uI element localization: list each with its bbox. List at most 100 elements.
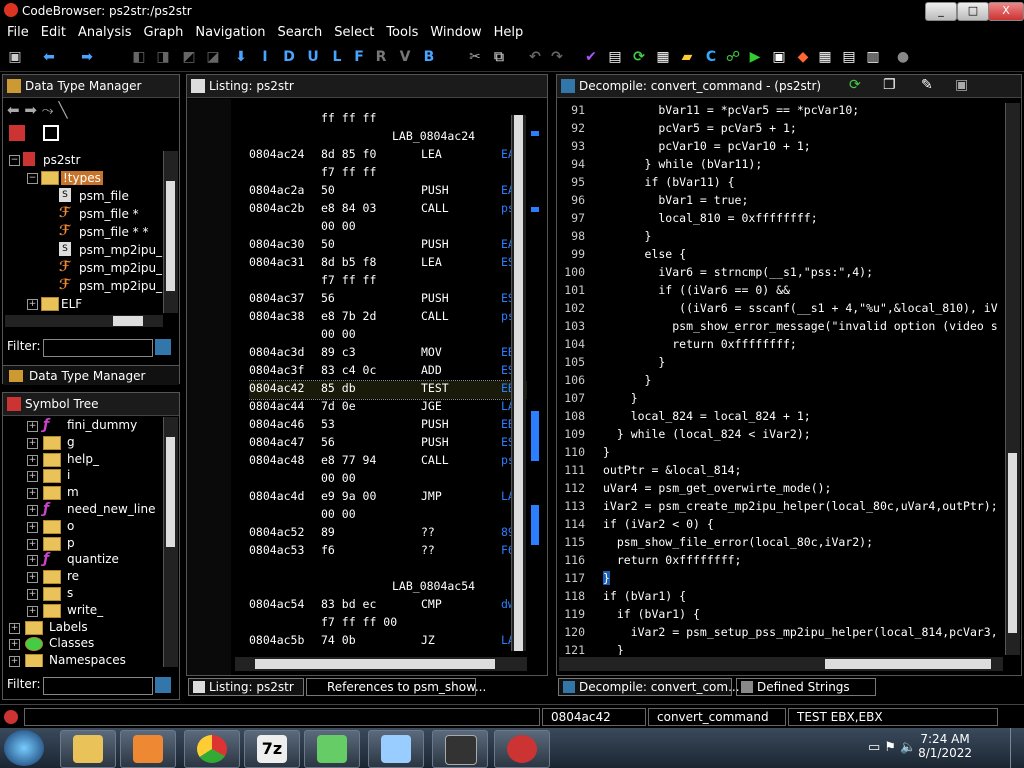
instruction-row[interactable]: 0804ac52?? 89 89 [249, 525, 527, 543]
decompile-line[interactable]: 119 if (bVar1) { [559, 607, 1003, 625]
symtree-vertical-scrollbar[interactable] [163, 417, 178, 667]
help-icon[interactable]: ● [894, 48, 912, 66]
instruction-row[interactable]: 0804ac54 CMP dw 83 bd ec [249, 597, 527, 615]
decompile-line[interactable]: 109 } while (local_824 < iVar2); [559, 427, 1003, 445]
expand-icon[interactable]: − [27, 173, 38, 184]
taskbar-clock[interactable]: 7:24 AM 8/1/2022 [918, 732, 972, 760]
list-icon[interactable]: ▤ [840, 48, 858, 66]
close-button[interactable]: X [988, 2, 1024, 21]
decompile-line[interactable]: 102 ((iVar6 = sscanf(__s1 + 4,"%u",&loca… [559, 301, 1003, 319]
instruction-row[interactable]: 0804ac2b CALL ps e8 84 03 [249, 201, 527, 219]
diamond-icon[interactable]: ◆ [794, 48, 812, 66]
decompile-vertical-scrollbar[interactable] [1005, 103, 1020, 655]
decompile-line[interactable]: 93 pcVar10 = pcVar10 + 1; [559, 139, 1003, 157]
script-icon[interactable]: ▤ [606, 48, 624, 66]
table-icon[interactable]: ▦ [816, 48, 834, 66]
start-button[interactable] [4, 730, 44, 766]
decompile-line[interactable]: 111 outPtr = &local_814; [559, 463, 1003, 481]
dtm-window-icon[interactable] [43, 125, 59, 141]
decompile-line[interactable]: 113 iVar2 = psm_create_mp2ipu_helper(loca… [559, 499, 1003, 517]
instruction-row[interactable]: 0804ac38 CALL ps e8 7b 2d [249, 309, 527, 327]
instruction-row[interactable]: 0804ac5b JZ LA 74 0b [249, 633, 527, 651]
instruction-row[interactable]: 0804ac3dMOVEBX89 c3 [249, 345, 527, 363]
decompile-hscroll-thumb[interactable] [825, 659, 991, 669]
tab-decompile[interactable]: Decompile: convert_com... [558, 678, 740, 696]
symtree-filter-options-icon[interactable] [155, 677, 171, 693]
media-player-taskbar-button[interactable] [120, 730, 176, 768]
copy-icon[interactable]: ❐ [883, 77, 896, 93]
expand-icon[interactable]: + [27, 299, 38, 310]
decompile-line[interactable]: 117} [559, 571, 1003, 589]
clear-icon[interactable]: ✂ [466, 48, 484, 66]
decompile-line[interactable]: 108 local_824 = local_824 + 1; [559, 409, 1003, 427]
menu-help[interactable]: Help [487, 22, 529, 40]
merge-icon[interactable]: ⧉ [490, 48, 508, 66]
instruction-row[interactable]: 0804ac53?? F6 f6 [249, 543, 527, 561]
tab-listing[interactable]: Listing: ps2str [188, 678, 304, 696]
refresh-icon[interactable]: ⟳ [630, 48, 648, 66]
nav-label-icon[interactable]: L [328, 48, 346, 66]
decompile-line[interactable]: 92 pcVar5 = pcVar5 + 1; [559, 121, 1003, 139]
expand-icon[interactable]: + [27, 521, 38, 533]
bytes-continuation-row[interactable]: 00 00 [249, 219, 527, 237]
decompile-line[interactable]: 105 } [559, 355, 1003, 373]
decompile-line[interactable]: 104 return 0xffffffff; [559, 337, 1003, 355]
bytes-continuation-row[interactable]: f7 ff ff [249, 273, 527, 291]
explorer-taskbar-button[interactable] [60, 730, 116, 768]
decompile-line[interactable]: 99 else { [559, 247, 1003, 265]
instruction-row[interactable]: 0804ac48 CALL ps e8 77 94 [249, 453, 527, 471]
nav-reference-icon[interactable]: R [372, 48, 390, 66]
nav-function-icon[interactable]: F [350, 48, 368, 66]
tray-icons[interactable]: ▭ ⚑ 🔈 [868, 740, 916, 755]
snapshot-icon[interactable]: ▣ [955, 77, 968, 93]
expand-icon[interactable]: + [9, 656, 20, 667]
save-icon[interactable]: ▣ [6, 48, 24, 66]
dtm-vertical-scrollbar[interactable] [163, 151, 178, 313]
minimize-button[interactable]: _ [925, 2, 957, 21]
decompile-horizontal-scrollbar[interactable] [559, 657, 1003, 671]
7zip-taskbar-button[interactable]: 7z [244, 730, 300, 768]
window-icon[interactable]: ▣ [770, 48, 788, 66]
decompile-line[interactable]: 118 if (bVar1) { [559, 589, 1003, 607]
decompile-line[interactable]: 100 iVar6 = strncmp(__s1,"pss:",4); [559, 265, 1003, 283]
decompile-line[interactable]: 110} [559, 445, 1003, 463]
run-icon[interactable]: ▶ [746, 48, 764, 66]
dtm-tab[interactable]: Data Type Manager [3, 365, 179, 385]
decompile-line[interactable]: 107 } [559, 391, 1003, 409]
folder-icon[interactable]: ▰ [678, 48, 696, 66]
dtm-back-icon[interactable]: ⬅ ➡ ⤳ ╲ [7, 101, 67, 119]
expand-icon[interactable]: + [27, 488, 38, 500]
tab-defined-strings[interactable]: Defined Strings [736, 678, 876, 696]
nav-bookmark-icon[interactable]: B [420, 48, 438, 66]
check-icon[interactable]: ✔ [582, 48, 600, 66]
memory-icon[interactable]: ▦ [654, 48, 672, 66]
redo-icon[interactable]: ↷ [548, 48, 566, 66]
maximize-button[interactable]: □ [957, 2, 989, 21]
instruction-row[interactable]: 0804ac31LEAESI8d b5 f8 [249, 255, 527, 273]
terminal-taskbar-button[interactable] [432, 730, 488, 768]
nav-prev-icon[interactable]: ◧ [130, 48, 148, 66]
decompile-line[interactable]: 94 } while (bVar11); [559, 157, 1003, 175]
instruction-row[interactable]: 0804ac4d JMP LA e9 9a 00 [249, 489, 527, 507]
expand-icon[interactable]: + [27, 555, 38, 567]
app-taskbar-button[interactable] [304, 730, 360, 768]
menu-graph[interactable]: Graph [137, 22, 189, 40]
bytes-continuation-row[interactable]: 00 00 [249, 327, 527, 345]
decompile-line[interactable]: 115 psm_show_file_error(local_80c,iVar2)… [559, 535, 1003, 553]
instruction-row[interactable]: 0804ac3fADDESP83 c4 0c [249, 363, 527, 381]
dtm-scroll-thumb[interactable] [166, 181, 175, 291]
expand-icon[interactable]: + [27, 572, 38, 584]
instruction-row[interactable]: 0804ac44 JGE LA 7d 0e [249, 399, 527, 417]
decompile-line[interactable]: 121 } [559, 643, 1003, 655]
chrome-taskbar-button[interactable] [184, 730, 240, 768]
bytes-continuation-row[interactable]: 00 00 [249, 507, 527, 525]
undo-icon[interactable]: ↶ [526, 48, 544, 66]
edit-icon[interactable]: ✎ [921, 77, 933, 93]
expand-icon[interactable]: + [27, 589, 38, 600]
symtree-filter-input[interactable] [43, 677, 153, 695]
listing-horizontal-scrollbar[interactable] [235, 657, 527, 671]
decompile-line[interactable]: 116 return 0xffffffff; [559, 553, 1003, 571]
forward-arrow-icon[interactable]: ➡ [78, 48, 96, 66]
decompile-icon[interactable]: C [702, 48, 720, 66]
dtm-horizontal-scrollbar[interactable] [5, 315, 163, 327]
